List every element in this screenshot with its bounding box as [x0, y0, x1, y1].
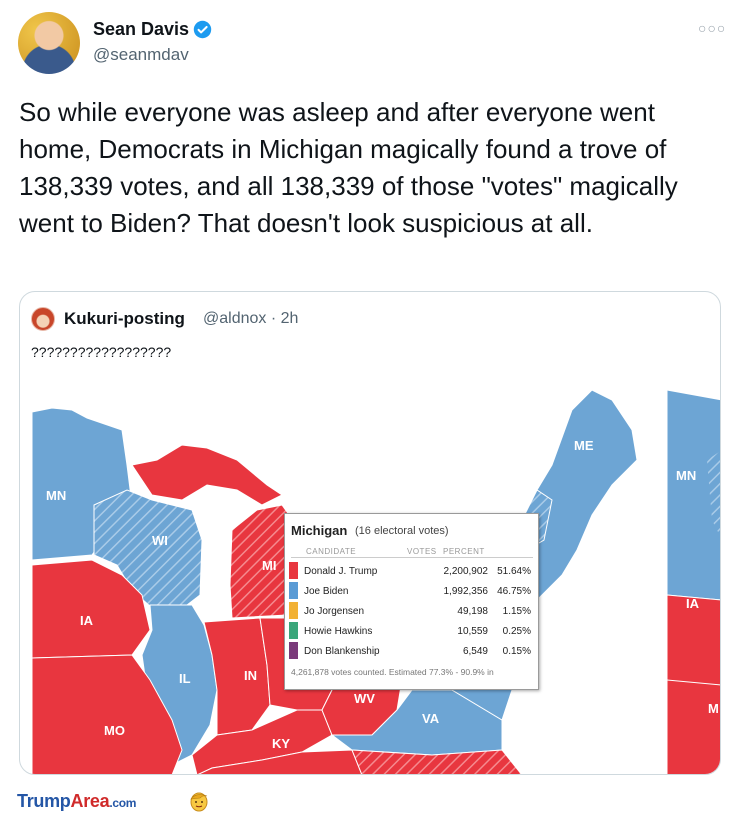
swatch-jorgensen — [289, 602, 298, 619]
label-ia: IA — [80, 613, 94, 628]
results-header-percent: PERCENT — [443, 547, 485, 556]
results-header-divider — [291, 557, 533, 558]
verified-badge-icon — [193, 20, 212, 39]
more-icon[interactable]: ○○○ — [698, 20, 726, 36]
label-ky: KY — [272, 736, 290, 751]
results-row-blankenship: Don Blankenship 6,549 0.15% — [289, 642, 535, 662]
label-mo: MO — [104, 723, 125, 738]
results-row-jorgensen: Jo Jorgensen 49,198 1.15% — [289, 602, 535, 622]
label-va: VA — [422, 711, 440, 726]
results-header-votes: VOTES — [407, 547, 437, 556]
swatch-biden — [289, 582, 298, 599]
candidate-votes: 49,198 — [457, 606, 488, 617]
label-inset-ia: IA — [686, 596, 700, 611]
candidate-votes: 6,549 — [462, 646, 488, 657]
candidate-name: Joe Biden — [304, 586, 349, 597]
label-il: IL — [179, 671, 191, 686]
label-wi: WI — [152, 533, 168, 548]
swatch-blankenship — [289, 642, 298, 659]
logo-trump-text: Trump — [17, 791, 71, 811]
results-row-hawkins: Howie Hawkins 10,559 0.25% — [289, 622, 535, 642]
results-row-biden: Joe Biden 1,992,356 46.75% — [289, 582, 535, 602]
quoted-time: · 2h — [270, 310, 299, 327]
candidate-percent: 0.15% — [502, 646, 531, 657]
michigan-results-box: Michigan (16 electoral votes) CANDIDATE … — [284, 513, 539, 690]
results-subtitle: (16 electoral votes) — [355, 525, 449, 537]
candidate-name: Donald J. Trump — [304, 566, 378, 577]
candidate-name: Don Blankenship — [304, 646, 380, 657]
candidate-percent: 46.75% — [497, 586, 531, 597]
logo-com-text: .com — [109, 796, 137, 810]
results-row-trump: Donald J. Trump 2,200,902 51.64% — [289, 562, 535, 582]
quoted-handle-text: @aldnox — [203, 310, 267, 327]
label-wv: WV — [354, 691, 375, 706]
candidate-votes: 10,559 — [457, 626, 488, 637]
label-inset-mn: MN — [676, 468, 696, 483]
candidate-votes: 2,200,902 — [443, 566, 489, 577]
label-mi: MI — [262, 558, 276, 573]
author-handle[interactable]: @seanmdav — [93, 45, 189, 65]
label-mn: MN — [46, 488, 66, 503]
candidate-percent: 51.64% — [497, 566, 531, 577]
tweet-text: So while everyone was asleep and after e… — [19, 97, 678, 238]
candidate-name: Jo Jorgensen — [304, 606, 365, 617]
label-inset-m: M — [708, 701, 719, 716]
candidate-percent: 0.25% — [502, 626, 531, 637]
quoted-author-name[interactable]: Kukuri-posting — [64, 309, 185, 329]
author-avatar[interactable] — [18, 12, 80, 74]
quoted-author-handle[interactable]: @aldnox · 2h — [203, 310, 298, 328]
results-state-title: Michigan — [291, 523, 348, 538]
swatch-trump — [289, 562, 298, 579]
candidate-percent: 1.15% — [502, 606, 531, 617]
candidate-name: Howie Hawkins — [304, 626, 373, 637]
trump-face-icon — [190, 792, 208, 812]
swatch-hawkins — [289, 622, 298, 639]
state-mi-upper — [131, 444, 283, 506]
logo-area-text: Area — [70, 791, 110, 811]
results-footer: 4,261,878 votes counted. Estimated 77.3%… — [291, 667, 494, 677]
label-in: IN — [244, 668, 257, 683]
candidate-votes: 1,992,356 — [443, 586, 489, 597]
map-gap — [647, 390, 667, 774]
quoted-tweet-text: ?????????????????? — [31, 344, 172, 360]
label-me: ME — [574, 438, 594, 453]
inset-state-ia — [666, 594, 720, 774]
results-header-candidate: CANDIDATE — [306, 547, 357, 556]
author-name[interactable]: Sean Davis — [93, 19, 189, 40]
site-logo: TrumpArea.com — [17, 791, 136, 812]
quoted-author-avatar[interactable] — [31, 307, 55, 331]
